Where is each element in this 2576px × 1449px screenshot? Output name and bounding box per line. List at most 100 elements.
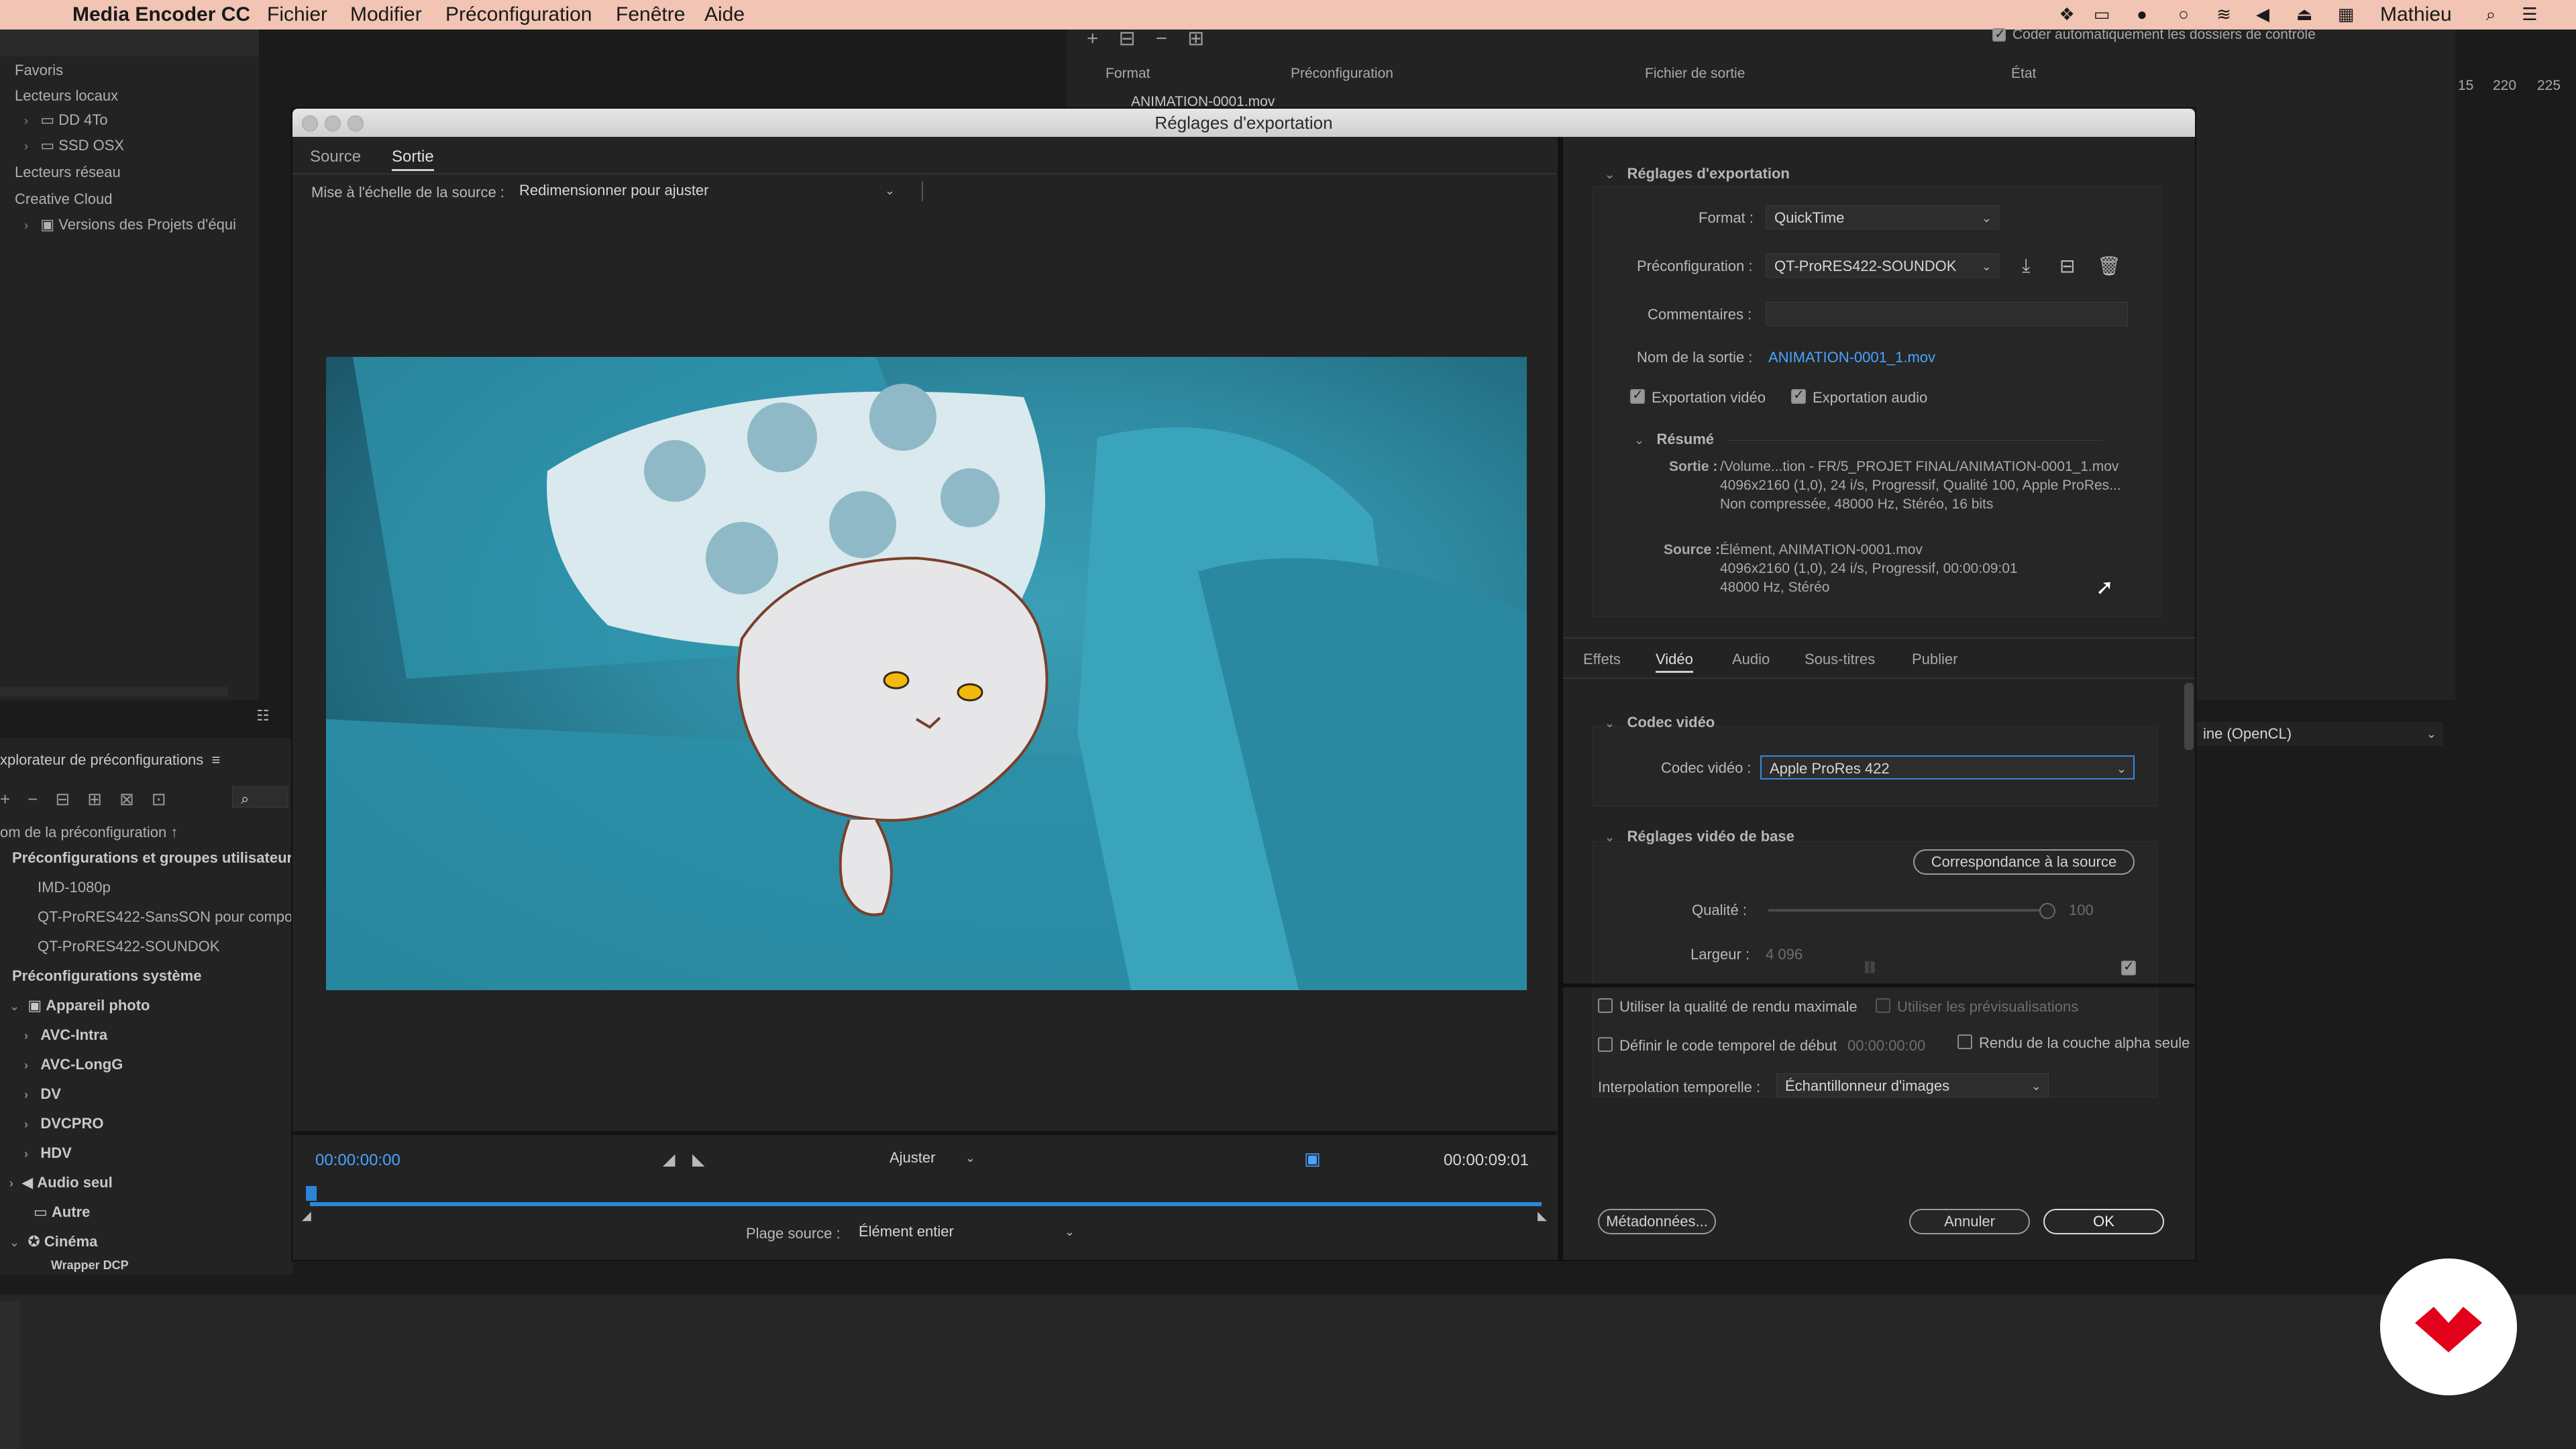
preset-search-field[interactable]: ⌕ bbox=[232, 786, 288, 808]
quality-slider-track[interactable] bbox=[1768, 909, 2046, 912]
codec-select[interactable]: Apple ProRes 422 ⌄ bbox=[1760, 755, 2135, 780]
tree-versions-projets[interactable]: › ▣ Versions des Projets d'équi bbox=[24, 216, 236, 233]
width-value[interactable]: 4 096 bbox=[1766, 946, 1803, 963]
tree-dd-4to[interactable]: › ▭ DD 4To bbox=[24, 111, 108, 129]
tab-source[interactable]: Source bbox=[310, 148, 361, 166]
alpha-only-checkbox[interactable] bbox=[1957, 1034, 1972, 1049]
time-interpolation-select[interactable]: Échantillonneur d'images ⌄ bbox=[1776, 1073, 2049, 1097]
app-menu[interactable]: Media Encoder CC bbox=[72, 3, 250, 27]
user-menu[interactable]: Mathieu bbox=[2380, 3, 2452, 27]
panel-divider[interactable] bbox=[1558, 137, 1563, 1260]
source-range-select[interactable]: Élément entier ⌄ bbox=[851, 1220, 1081, 1244]
preset-toolbar[interactable]: +−⊟⊞⊠⊡ bbox=[0, 789, 184, 810]
export-audio-checkbox[interactable] bbox=[1791, 386, 1806, 404]
preset-select[interactable]: QT-ProRES422-SOUNDOK ⌄ bbox=[1766, 254, 1999, 278]
list-view-icon[interactable]: ☷ bbox=[256, 707, 270, 724]
link-dimensions-icon[interactable]: ⛓ bbox=[1862, 961, 1878, 975]
media-browser-scrollbar[interactable] bbox=[0, 687, 228, 696]
preset-item[interactable]: IMD-1080p bbox=[38, 879, 111, 896]
metadata-button[interactable]: Métadonnées... bbox=[1598, 1209, 1716, 1234]
menu-modifier[interactable]: Modifier bbox=[350, 3, 422, 27]
calendar-icon[interactable]: ▦ bbox=[2336, 4, 2356, 24]
format-select[interactable]: QuickTime ⌄ bbox=[1766, 205, 1999, 229]
menu-aide[interactable]: Aide bbox=[704, 3, 745, 27]
preset-column-header[interactable]: om de la préconfiguration ↑ bbox=[0, 824, 178, 841]
set-in-point-icon[interactable]: ◢ bbox=[663, 1150, 675, 1169]
system-presets-group[interactable]: Préconfigurations système bbox=[12, 967, 201, 985]
preset-category[interactable]: › HDV bbox=[24, 1144, 72, 1162]
user-presets-group[interactable]: Préconfigurations et groupes utilisateur bbox=[12, 849, 292, 867]
volume-icon[interactable]: ◀ bbox=[2253, 4, 2273, 24]
start-timecode-checkbox[interactable] bbox=[1598, 1037, 1613, 1052]
preset-item[interactable]: QT-ProRES422-SOUNDOK bbox=[38, 938, 219, 955]
save-preset-icon[interactable]: ⤓ bbox=[2022, 255, 2030, 277]
output-name-link[interactable]: ANIMATION-0001_1.mov bbox=[1768, 349, 1935, 366]
panel-menu-icon[interactable]: ≡ bbox=[212, 751, 221, 768]
current-timecode[interactable]: 00:00:00:00 bbox=[315, 1151, 400, 1170]
queue-toolbar[interactable]: +⊟−⊞ bbox=[1087, 27, 1224, 50]
dialog-title-bar[interactable]: Réglages d'exportation bbox=[292, 109, 2195, 137]
match-source-button[interactable]: Correspondance à la source bbox=[1913, 849, 2135, 875]
out-point-marker[interactable]: ◣ bbox=[1538, 1209, 1547, 1223]
preset-category-cinema[interactable]: ⌄ ✪ Cinéma bbox=[9, 1233, 97, 1250]
basic-video-title[interactable]: ⌄ Réglages vidéo de base bbox=[1605, 828, 1794, 845]
scrub-bar[interactable] bbox=[310, 1202, 1542, 1206]
export-settings-title[interactable]: ⌄ Réglages d'exportation bbox=[1605, 165, 1790, 182]
comments-input[interactable] bbox=[1766, 302, 2128, 326]
quality-slider-thumb[interactable] bbox=[2039, 903, 2055, 919]
start-timecode-value[interactable]: 00:00:00:00 bbox=[1847, 1037, 1925, 1055]
close-window-button[interactable] bbox=[302, 115, 318, 131]
preset-category-camera[interactable]: ⌄ ▣ Appareil photo bbox=[9, 997, 150, 1014]
summary-title[interactable]: ⌄ Résumé bbox=[1634, 431, 1714, 448]
preset-category[interactable]: › AVC-Intra bbox=[24, 1026, 107, 1044]
tab-output[interactable]: Sortie bbox=[392, 148, 434, 171]
tree-lecteurs-reseau[interactable]: Lecteurs réseau bbox=[15, 164, 121, 181]
tab-subtitles[interactable]: Sous-titres bbox=[1805, 651, 1875, 668]
queue-col-status[interactable]: État bbox=[2011, 64, 2036, 83]
tree-favoris[interactable]: Favoris bbox=[15, 62, 63, 79]
cancel-button[interactable]: Annuler bbox=[1909, 1209, 2030, 1234]
ok-button[interactable]: OK bbox=[2043, 1209, 2164, 1234]
tab-effects[interactable]: Effets bbox=[1583, 651, 1621, 668]
menu-fenetre[interactable]: Fenêtre bbox=[616, 3, 685, 27]
use-previews-checkbox[interactable] bbox=[1876, 998, 1890, 1013]
tab-audio[interactable]: Audio bbox=[1732, 651, 1770, 668]
import-preset-icon[interactable]: ⊟ bbox=[2059, 255, 2075, 277]
auto-encode-checkbox[interactable] bbox=[1992, 25, 2006, 42]
eject-icon[interactable]: ⏏ bbox=[2294, 4, 2314, 24]
preset-item[interactable]: QT-ProRES422-SansSON pour compo bbox=[38, 908, 292, 926]
settings-scrollbar[interactable] bbox=[2184, 683, 2194, 750]
tree-creative-cloud[interactable]: Creative Cloud bbox=[15, 191, 113, 208]
tab-publish[interactable]: Publier bbox=[1912, 651, 1957, 668]
queue-col-output[interactable]: Fichier de sortie bbox=[1645, 64, 1745, 83]
tree-lecteurs-locaux[interactable]: Lecteurs locaux bbox=[15, 87, 118, 105]
preset-category-audio[interactable]: › ◀ Audio seul bbox=[9, 1174, 113, 1191]
wifi-icon[interactable]: ≋ bbox=[2214, 4, 2234, 24]
document-icon[interactable]: ▭ bbox=[2092, 4, 2112, 24]
search-icon[interactable]: ⌕ bbox=[2481, 4, 2501, 24]
aspect-correction-icon[interactable]: ▣ bbox=[1304, 1148, 1321, 1169]
tab-video[interactable]: Vidéo bbox=[1656, 651, 1693, 673]
circle-status-icon[interactable]: ○ bbox=[2174, 4, 2194, 24]
renderer-select[interactable]: ine (OpenCL) ⌄ bbox=[2195, 722, 2443, 746]
minimize-window-button[interactable] bbox=[325, 115, 341, 131]
dimension-checkbox[interactable] bbox=[2121, 958, 2136, 975]
zoom-window-button[interactable] bbox=[347, 115, 364, 131]
preset-category[interactable]: › DVCPRO bbox=[24, 1115, 103, 1132]
preset-category-other[interactable]: ▭ Autre bbox=[34, 1203, 90, 1221]
export-video-checkbox[interactable] bbox=[1630, 386, 1645, 404]
playhead-handle[interactable] bbox=[306, 1186, 317, 1201]
tree-ssd-osx[interactable]: › ▭ SSD OSX bbox=[24, 137, 124, 154]
max-render-quality-checkbox[interactable] bbox=[1598, 998, 1613, 1013]
notification-center-icon[interactable]: ☰ bbox=[2520, 4, 2540, 24]
set-out-point-icon[interactable]: ◣ bbox=[692, 1150, 704, 1169]
queue-col-preset[interactable]: Préconfiguration bbox=[1291, 64, 1393, 83]
in-point-marker[interactable]: ◢ bbox=[302, 1209, 311, 1223]
menu-fichier[interactable]: Fichier bbox=[267, 3, 327, 27]
codec-section-title[interactable]: ⌄ Codec vidéo bbox=[1605, 714, 1715, 731]
fit-select[interactable]: Ajuster ⌄ bbox=[881, 1146, 982, 1170]
source-scaling-select[interactable]: Redimensionner pour ajuster ⌄ bbox=[511, 178, 902, 203]
preset-category[interactable]: › DV bbox=[24, 1085, 61, 1103]
queue-col-format[interactable]: Format bbox=[1106, 64, 1150, 83]
delete-preset-icon[interactable]: 🗑 bbox=[2097, 255, 2121, 277]
